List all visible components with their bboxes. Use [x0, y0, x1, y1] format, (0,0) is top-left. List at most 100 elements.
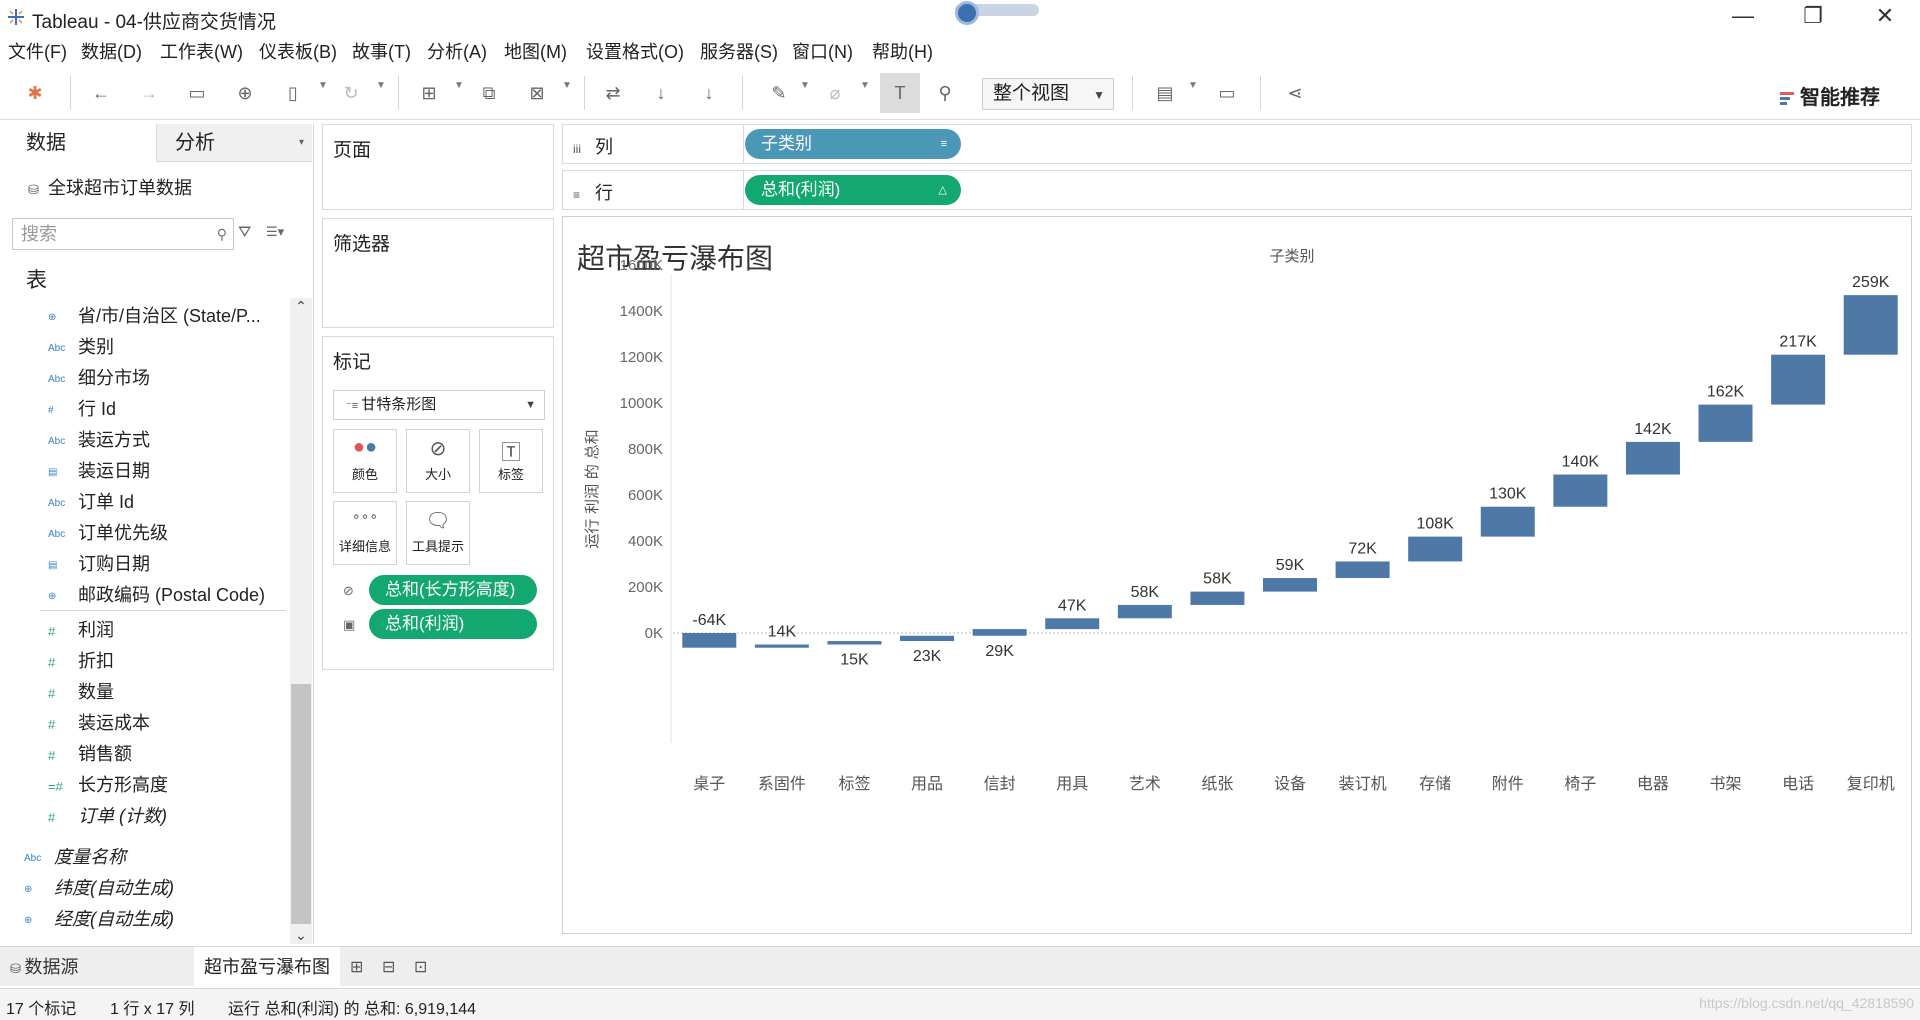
new-worksheet-icon[interactable]: ⊞: [414, 78, 444, 108]
field-item[interactable]: # 数量: [48, 678, 288, 706]
menu-worksheet[interactable]: 工作表(W): [160, 38, 243, 64]
field-item[interactable]: # 订单 (计数): [48, 802, 288, 830]
field-item[interactable]: ⊕ 经度(自动生成): [24, 905, 264, 933]
menu-map[interactable]: 地图(M): [504, 38, 567, 64]
waterfall-bar[interactable]: [1408, 536, 1463, 562]
waterfall-bar[interactable]: [1553, 474, 1608, 507]
field-item[interactable]: ▤ 订购日期: [48, 550, 288, 578]
field-item[interactable]: Abc 订单优先级: [48, 519, 288, 547]
field-item[interactable]: =# 长方形高度: [48, 771, 288, 799]
fix-axes-icon[interactable]: ⚲: [930, 78, 960, 108]
menu-window[interactable]: 窗口(N): [792, 38, 853, 64]
waterfall-bar[interactable]: [1480, 506, 1535, 537]
waterfall-bar[interactable]: [1843, 295, 1898, 355]
chevron-down-icon[interactable]: ▼: [318, 80, 328, 91]
minimize-button[interactable]: —: [1714, 0, 1772, 34]
view-options-icon[interactable]: ☰▾: [266, 224, 284, 240]
mark-type-select[interactable]: ⁻≡ 甘特条形图 ▼: [333, 390, 545, 420]
field-item[interactable]: Abc 细分市场: [48, 364, 288, 392]
chevron-down-icon[interactable]: ▼: [800, 80, 810, 91]
waterfall-bar[interactable]: [1625, 441, 1680, 475]
field-item[interactable]: ⊕ 纬度(自动生成): [24, 874, 264, 902]
waterfall-bar[interactable]: [1117, 604, 1172, 619]
label-pill[interactable]: 总和(利润): [369, 609, 537, 639]
waterfall-bar[interactable]: [1190, 591, 1245, 605]
visualization-area[interactable]: 超市盈亏瀑布图 子类别 运行 利润 的 总和 0K 200K 400K 600K 800K 1…: [562, 216, 1912, 934]
chevron-down-icon[interactable]: ▼: [1188, 80, 1198, 91]
menu-file[interactable]: 文件(F): [8, 38, 67, 64]
field-item[interactable]: ⊕ 省/市/自治区 (State/P...: [48, 302, 288, 330]
field-item[interactable]: # 折扣: [48, 647, 288, 675]
zoom-slider[interactable]: [955, 1, 1039, 25]
show-cards-icon[interactable]: ▤: [1150, 78, 1180, 108]
tab-data[interactable]: 数据: [0, 124, 156, 162]
pages-card[interactable]: 页面: [322, 124, 554, 210]
waterfall-bar[interactable]: [1771, 354, 1826, 405]
filters-card[interactable]: 筛选器: [322, 218, 554, 328]
waterfall-bar[interactable]: [1335, 561, 1390, 579]
waterfall-bar[interactable]: [1698, 404, 1753, 442]
waterfall-bar[interactable]: [1263, 578, 1317, 592]
field-item[interactable]: ⊕ 邮政编码 (Postal Code): [48, 581, 288, 609]
field-item[interactable]: Abc 装运方式: [48, 426, 288, 454]
tab-analysis[interactable]: 分析 ▾: [156, 124, 312, 162]
sort-ascending-icon[interactable]: ↓: [646, 78, 676, 108]
show-mark-labels-icon[interactable]: T: [880, 73, 920, 113]
columns-pill[interactable]: 子类别 ≡: [745, 129, 961, 159]
field-item[interactable]: Abc 订单 Id: [48, 488, 288, 516]
redo-icon[interactable]: →: [134, 78, 164, 108]
clear-sheet-icon[interactable]: ⊠: [522, 78, 552, 108]
fit-view-select[interactable]: 整个视图 ▼: [982, 78, 1114, 110]
new-dashboard-icon[interactable]: ⊟: [382, 957, 395, 977]
menu-story[interactable]: 故事(T): [352, 38, 411, 64]
sort-descending-icon[interactable]: ↓: [694, 78, 724, 108]
new-worksheet-icon[interactable]: ⊞: [350, 957, 363, 977]
duplicate-sheet-icon[interactable]: ⧉: [474, 78, 504, 108]
rows-pill[interactable]: 总和(利润) △: [745, 175, 961, 205]
waterfall-bar[interactable]: [682, 633, 737, 648]
waterfall-bar[interactable]: [900, 635, 955, 642]
waterfall-chart[interactable]: 子类别运行 利润 的 总和 0K 200K 400K 600K 800K 1000K 1200…: [563, 217, 1911, 933]
field-item[interactable]: # 销售额: [48, 740, 288, 768]
menu-data[interactable]: 数据(D): [81, 38, 142, 64]
chevron-down-icon[interactable]: ▾: [299, 124, 304, 162]
datasource-item[interactable]: ⛁ 全球超市订单数据: [28, 174, 192, 200]
field-item[interactable]: Abc 类别: [48, 333, 288, 361]
field-list-scrollbar[interactable]: ⌃ ⌄: [290, 298, 312, 944]
group-members-icon[interactable]: ⌀: [820, 78, 850, 108]
waterfall-bar[interactable]: [1045, 618, 1100, 630]
menu-analysis[interactable]: 分析(A): [427, 38, 487, 64]
chevron-down-icon[interactable]: ▼: [454, 80, 464, 91]
chevron-down-icon[interactable]: ▼: [860, 80, 870, 91]
field-item[interactable]: Abc 度量名称: [24, 843, 264, 871]
close-button[interactable]: ✕: [1856, 0, 1914, 34]
waterfall-bar[interactable]: [827, 641, 882, 645]
color-button[interactable]: ●● 颜色: [333, 429, 397, 493]
scrollbar-thumb[interactable]: [291, 684, 311, 924]
field-item[interactable]: # 装运成本: [48, 709, 288, 737]
sheet-tab-active[interactable]: 超市盈亏瀑布图: [194, 947, 340, 987]
waterfall-bar[interactable]: [972, 629, 1027, 636]
smart-recommend-button[interactable]: 智能推荐: [1780, 81, 1880, 110]
highlight-icon[interactable]: ✎: [764, 78, 794, 108]
size-pill[interactable]: 总和(长方形高度): [369, 575, 537, 605]
size-button[interactable]: ⊘ 大小: [406, 429, 470, 493]
tooltip-button[interactable]: 🗨 工具提示: [406, 501, 470, 565]
chevron-down-icon[interactable]: ▼: [562, 80, 572, 91]
share-icon[interactable]: ⋖: [1280, 78, 1310, 108]
scroll-down-icon[interactable]: ⌄: [290, 927, 312, 944]
scroll-up-icon[interactable]: ⌃: [290, 298, 312, 315]
label-button[interactable]: 🅃 标签: [479, 429, 543, 493]
field-item[interactable]: # 利润: [48, 616, 288, 644]
refresh-icon[interactable]: ↻: [336, 78, 366, 108]
restore-button[interactable]: ❐: [1784, 0, 1842, 34]
waterfall-bar[interactable]: [754, 644, 809, 648]
search-input[interactable]: 搜索 ⚲: [12, 218, 234, 250]
detail-button[interactable]: ∘∘∘ 详细信息: [333, 501, 397, 565]
save-icon[interactable]: ▭: [182, 78, 212, 108]
start-page-icon[interactable]: ✱: [20, 78, 50, 108]
menu-dashboard[interactable]: 仪表板(B): [259, 38, 337, 64]
new-datasource-icon[interactable]: ⊕: [230, 78, 260, 108]
field-item[interactable]: ▤ 装运日期: [48, 457, 288, 485]
menu-server[interactable]: 服务器(S): [700, 38, 778, 64]
